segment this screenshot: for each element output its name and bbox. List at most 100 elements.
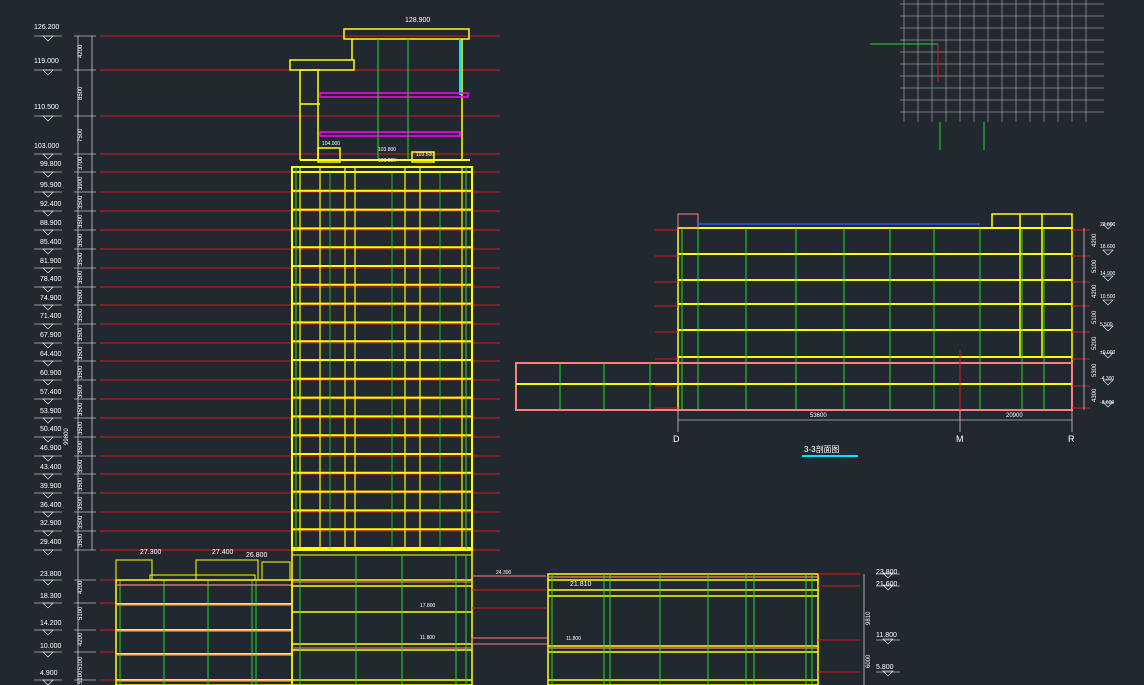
elevation-label: 126.200 [34, 24, 59, 31]
roof-level-label: 26.800 [246, 552, 268, 559]
elevation-label: 4.900 [40, 670, 58, 677]
section-drawing: 126.200 119.000 110.500 103.000 99.800 9… [0, 0, 1144, 685]
dim-label: 3500 [78, 252, 84, 266]
dim-label: 7500 [78, 128, 84, 142]
elevation-label: 29.400 [40, 539, 62, 546]
elevation-label: 21.600 [876, 581, 898, 588]
span-dim-label: 53600 [810, 413, 827, 419]
elevation-label: ±0.000 [1100, 350, 1115, 356]
elevation-label: 53.900 [40, 408, 62, 415]
elevation-label: 110.500 [34, 104, 59, 111]
elevation-label: 92.400 [40, 201, 62, 208]
elevation-label: 95.900 [40, 182, 62, 189]
elevation-label: 5.500 [1100, 322, 1113, 328]
elevation-label: 74.900 [40, 295, 62, 302]
elevation-label: 67.900 [40, 332, 62, 339]
roof-level-label: 27.400 [212, 549, 234, 556]
dim-label: 9810 [866, 611, 872, 625]
axis-label-m: M [956, 434, 964, 444]
dim-label: 8500 [78, 86, 84, 100]
elevation-label: 57.400 [40, 389, 62, 396]
dim-label: 4300 [1092, 388, 1098, 402]
elevation-label: 64.400 [40, 351, 62, 358]
elevation-label: -8.600 [1100, 400, 1114, 406]
elevation-label: 43.400 [40, 464, 62, 471]
tower-level-label: 103.800 [378, 147, 396, 153]
dim-label: 3500 [78, 346, 84, 360]
dim-label: 3500 [78, 384, 84, 398]
dim-label: 3500 [78, 233, 84, 247]
span-dim-label: 20900 [1006, 413, 1023, 419]
dim-label: 3500 [78, 421, 84, 435]
dim-label: 3500 [78, 270, 84, 284]
dim-label: 5100 [1092, 259, 1098, 273]
elevation-label: 71.400 [40, 313, 62, 320]
elevation-label: 5.800 [876, 664, 894, 671]
dim-label: 6000 [866, 654, 872, 668]
dim-label: 99800 [64, 428, 70, 445]
tower-top-level-label: 128.900 [405, 17, 430, 24]
dim-label: 5100 [1092, 310, 1098, 324]
roof-level-label: 27.300 [140, 549, 162, 556]
dim-label: 3500 [78, 477, 84, 491]
elevation-label: 99.800 [40, 161, 62, 168]
elevation-label: 32.900 [40, 520, 62, 527]
dim-label: 3700 [78, 156, 84, 170]
inner-level-label: 11.800 [420, 635, 435, 641]
tower-level-label: 103.500 [416, 152, 434, 158]
dim-label: 3500 [78, 365, 84, 379]
elevation-label: 22.800 [1100, 222, 1116, 228]
elevation-label: 18.600 [1100, 244, 1116, 250]
dim-label: 3500 [78, 402, 84, 416]
elevation-label: 85.400 [40, 239, 62, 246]
axis-label-r: R [1068, 434, 1075, 444]
elevation-label: 39.900 [40, 483, 62, 490]
inner-level-label: 17.800 [420, 603, 436, 609]
section-title: 3-3剖面图 [804, 444, 840, 454]
tower-level-label: 104.000 [322, 141, 340, 147]
dim-label: 4200 [78, 632, 84, 646]
dim-label: 4200 [78, 580, 84, 594]
dim-label: 5100 [78, 670, 84, 684]
elevation-label: -4.300 [1100, 376, 1114, 382]
dim-label: 4200 [1092, 284, 1098, 298]
dim-label: 3500 [78, 440, 84, 454]
dim-label: 3500 [78, 496, 84, 510]
elevation-label: 103.000 [34, 143, 59, 150]
elevation-label: 23.800 [40, 571, 62, 578]
dim-label: 3500 [78, 459, 84, 473]
elevation-label: 88.900 [40, 220, 62, 227]
dim-label: 5100 [78, 606, 84, 620]
dim-label: 4200 [78, 44, 84, 58]
elevation-label: 11.800 [876, 632, 897, 639]
dim-label: 3500 [78, 308, 84, 322]
dim-label: 3500 [78, 289, 84, 303]
elevation-label: 10.500 [1100, 294, 1116, 300]
elevation-label: 81.900 [40, 258, 62, 265]
elevation-label: 60.900 [40, 370, 62, 377]
right-podium-inner-label: 11.800 [566, 636, 581, 642]
elevation-label: 119.000 [34, 58, 59, 65]
dim-label: 3500 [78, 533, 84, 547]
elevation-label: 46.900 [40, 445, 62, 452]
dim-label: 3900 [78, 176, 84, 190]
tower-level-label: 100.000 [378, 158, 396, 164]
dim-label: 4200 [1092, 233, 1098, 247]
dim-label: 5200 [1092, 336, 1098, 350]
dim-label: 5100 [78, 656, 84, 670]
dim-label: 5300 [1092, 363, 1098, 377]
elevation-label: 10.000 [40, 643, 62, 650]
cad-canvas[interactable]: 126.200 119.000 110.500 103.000 99.800 9… [0, 0, 1144, 685]
elevation-label: 14.200 [40, 620, 62, 627]
elevation-label: 78.400 [40, 276, 62, 283]
dim-label: 3500 [78, 515, 84, 529]
right-podium-top-label: 21.810 [570, 581, 592, 588]
axis-label-d: D [673, 434, 680, 444]
elevation-label: 14.900 [1100, 271, 1116, 277]
elevation-label: 36.400 [40, 502, 62, 509]
elevation-label: 18.300 [40, 593, 62, 600]
right-podium-inner-label: 24.300 [496, 570, 512, 576]
elevation-label: 23.800 [876, 569, 898, 576]
dim-label: 3500 [78, 214, 84, 228]
dim-label: 3500 [78, 327, 84, 341]
